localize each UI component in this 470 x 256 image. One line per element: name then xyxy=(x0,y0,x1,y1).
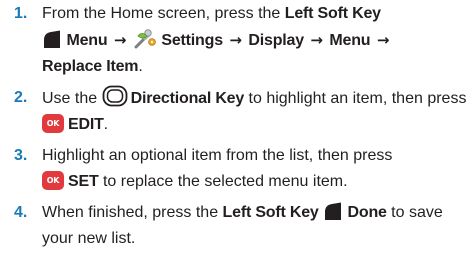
left-soft-key-icon xyxy=(323,201,343,221)
menu-label: Menu xyxy=(66,32,108,49)
done-label: Done xyxy=(347,204,387,221)
directional-key-icon xyxy=(102,85,128,107)
left-soft-key-icon xyxy=(42,29,62,49)
ok-key-icon: OK xyxy=(42,114,64,133)
set-label: SET xyxy=(68,173,99,190)
left-soft-key-label: Left Soft Key xyxy=(284,5,381,22)
replace-item-label: Replace Item xyxy=(42,58,139,75)
arrow: → xyxy=(229,31,242,49)
arrow: → xyxy=(376,31,390,49)
step-number: 4. xyxy=(14,204,28,221)
step-text: . xyxy=(138,58,143,75)
step-3: 3. Highlight an optional item from the l… xyxy=(0,143,470,195)
step-text: to highlight an item, then press xyxy=(244,90,467,107)
settings-icon xyxy=(133,27,157,49)
step-text: to replace the selected menu item. xyxy=(98,173,348,190)
left-soft-key-label: Left Soft Key xyxy=(222,204,319,221)
step-text: From the Home screen, press the xyxy=(42,5,285,22)
step-number: 1. xyxy=(14,5,28,22)
instruction-steps: 1. From the Home screen, press the Left … xyxy=(0,0,470,252)
arrow: → xyxy=(113,31,127,49)
step-2: 2. Use the Directional Key to highlight … xyxy=(0,85,470,138)
step-text: Use the xyxy=(42,90,102,107)
step-number: 3. xyxy=(14,147,28,164)
step-text: . xyxy=(103,116,109,133)
step-text: Highlight an optional item from the list… xyxy=(42,147,393,164)
settings-label: Settings xyxy=(161,32,223,49)
ok-key-icon: OK xyxy=(42,171,64,190)
display-label: Display xyxy=(248,32,304,49)
step-1: 1. From the Home screen, press the Left … xyxy=(0,1,470,80)
step-number: 2. xyxy=(14,89,28,106)
menu-label-2: Menu xyxy=(329,32,371,49)
directional-key-label: Directional Key xyxy=(130,90,245,107)
arrow: → xyxy=(310,31,323,49)
edit-label: EDIT xyxy=(68,116,104,133)
step-text: When finished, press the xyxy=(42,204,223,221)
step-4: 4. When finished, press the Left Soft Ke… xyxy=(0,200,470,252)
